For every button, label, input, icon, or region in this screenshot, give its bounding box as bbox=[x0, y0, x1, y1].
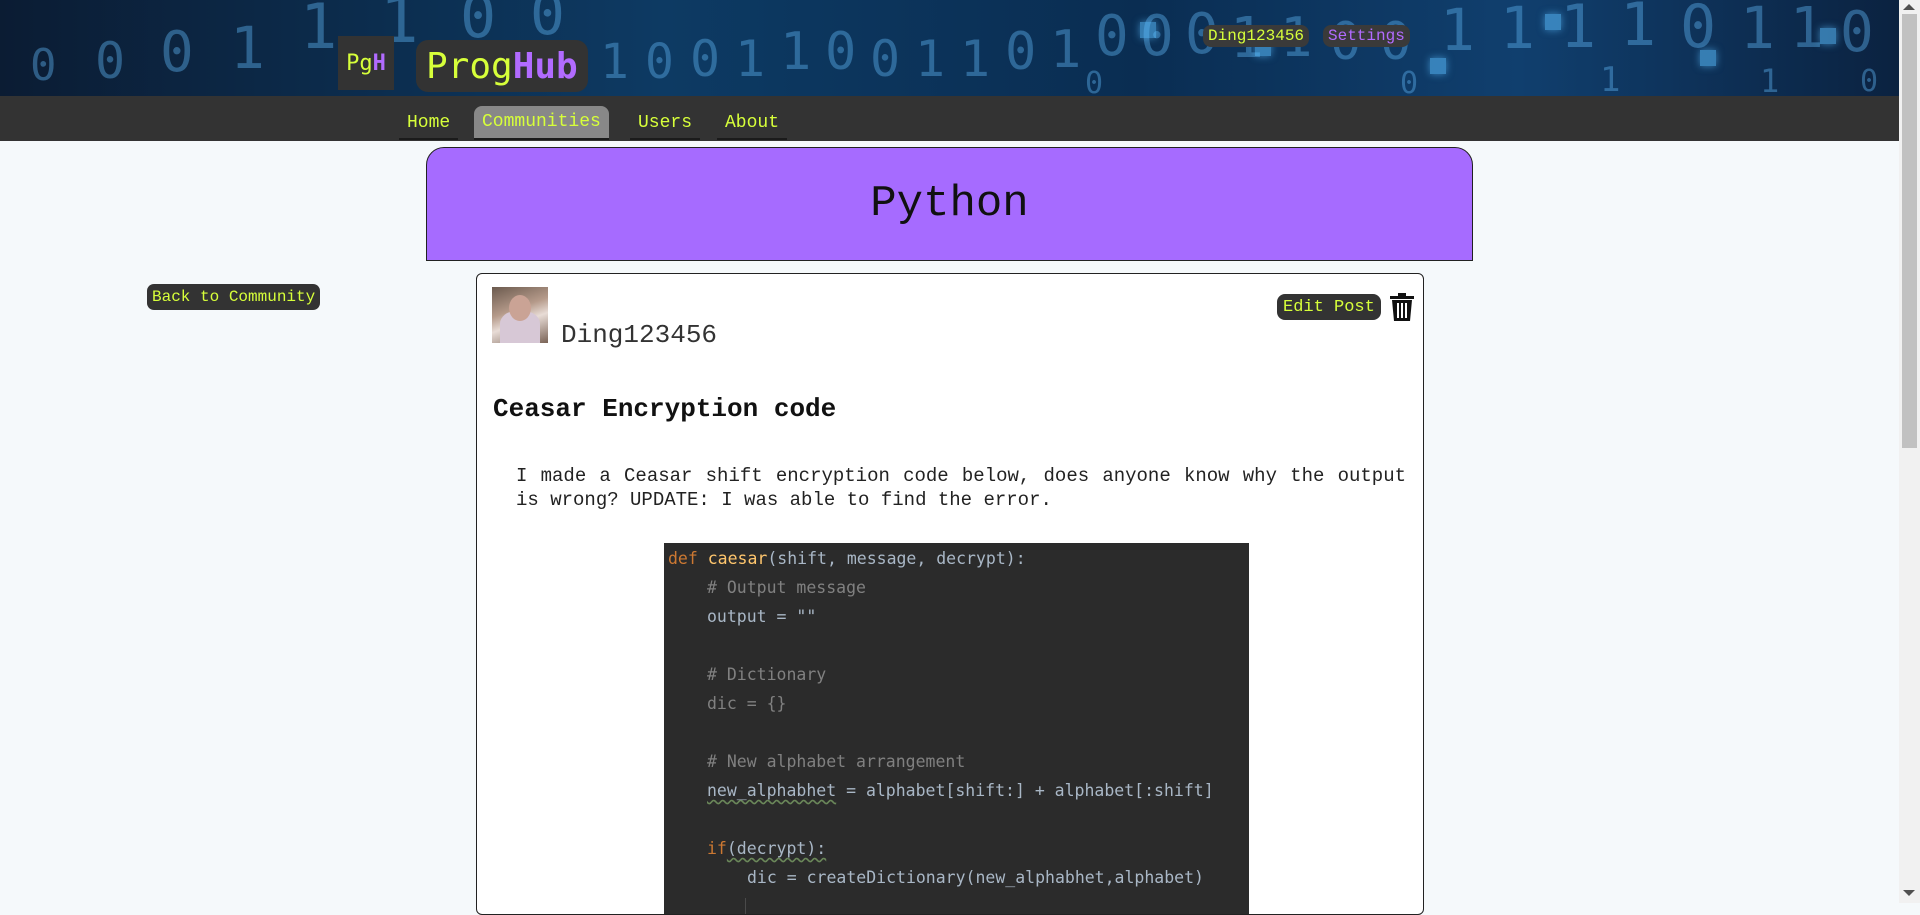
post-card: Ding123456 Edit Post Ceasar Encryption c… bbox=[476, 273, 1424, 915]
code-line-6: dic = {} bbox=[707, 694, 787, 713]
nav-users[interactable]: Users bbox=[630, 108, 701, 140]
logo-prefix: Prog bbox=[426, 45, 513, 87]
banner-glow bbox=[1820, 28, 1836, 44]
banner-digit: 0 bbox=[160, 20, 194, 85]
code-expression: = alphabet[shift:] + alphabet[:shift] bbox=[836, 781, 1214, 800]
banner-digit: 1 bbox=[1740, 0, 1775, 62]
code-line-1: def caesar(shift, message, decrypt): bbox=[668, 549, 1026, 568]
banner-digit: 1 bbox=[1440, 0, 1475, 64]
post-title: Ceasar Encryption code bbox=[493, 394, 837, 424]
banner-digit: 0 bbox=[30, 40, 57, 91]
scroll-thumb[interactable] bbox=[1902, 14, 1917, 448]
banner-digit: 0 bbox=[1085, 66, 1104, 96]
nav-home[interactable]: Home bbox=[399, 108, 459, 140]
code-function-name: caesar bbox=[707, 549, 768, 568]
banner-digit: 1 bbox=[230, 14, 265, 82]
banner-glow bbox=[1140, 22, 1156, 38]
code-line-2: # Output message bbox=[707, 578, 866, 597]
banner-digit: 0 bbox=[1840, 0, 1874, 65]
avatar-head bbox=[509, 295, 531, 321]
scroll-down-arrow-icon[interactable] bbox=[1903, 890, 1915, 896]
banner-digit: 1 bbox=[600, 34, 629, 90]
banner-digit: 1 bbox=[1760, 62, 1780, 96]
code-variable: new_alphabhet bbox=[707, 781, 837, 800]
banner-digit: 0 bbox=[1860, 64, 1879, 96]
site-logo-small[interactable]: Pg H bbox=[338, 36, 394, 90]
banner-glow bbox=[1430, 58, 1446, 74]
code-line-8: # New alphabet arrangement bbox=[707, 752, 966, 771]
settings-link[interactable]: Settings bbox=[1323, 25, 1410, 47]
banner-digit: 1 bbox=[300, 0, 338, 63]
banner-digit: 1 bbox=[780, 22, 812, 82]
banner-digit: 1 bbox=[1050, 20, 1082, 80]
avatar[interactable] bbox=[492, 287, 548, 343]
main-nav: Home Communities Users About bbox=[0, 96, 1899, 141]
banner-digit: 0 bbox=[870, 30, 901, 88]
banner-digit: 1 bbox=[1790, 0, 1824, 61]
code-line-5: # Dictionary bbox=[707, 665, 827, 684]
banner-glow bbox=[1545, 14, 1561, 30]
nav-about[interactable]: About bbox=[717, 108, 788, 140]
post-body: I made a Ceasar shift encryption code be… bbox=[516, 465, 1406, 511]
banner-digit: 1 bbox=[960, 30, 991, 88]
post-author[interactable]: Ding123456 bbox=[561, 320, 717, 350]
logo-small-suffix: H bbox=[372, 50, 386, 76]
community-title: Python bbox=[870, 179, 1029, 229]
back-to-community-button[interactable]: Back to Community bbox=[147, 284, 321, 310]
code-condition: (decrypt): bbox=[726, 839, 827, 858]
banner-digit: 0 bbox=[690, 30, 721, 88]
banner-digit: 1 bbox=[915, 30, 946, 88]
username-link[interactable]: Ding123456 bbox=[1203, 25, 1310, 47]
banner-digit: 0 bbox=[1400, 66, 1419, 96]
site-logo[interactable]: Prog Hub bbox=[416, 40, 588, 92]
banner-digit: 1 bbox=[1600, 60, 1621, 96]
banner-digit: 0 bbox=[645, 34, 674, 90]
code-line-9: new_alphabhet = alphabet[shift:] + alpha… bbox=[707, 781, 1214, 800]
binary-background: 0 0 0 1 1 1 0 0 1 0 0 1 1 0 0 1 1 0 1 0 … bbox=[0, 0, 1899, 96]
scroll-up-arrow-icon[interactable] bbox=[1903, 4, 1915, 10]
banner-digit: 0 bbox=[1005, 22, 1037, 82]
header-banner: 0 0 0 1 1 1 0 0 1 0 0 1 1 0 0 1 1 0 1 0 … bbox=[0, 0, 1899, 96]
banner-digit: 1 bbox=[1620, 0, 1657, 60]
code-line-11: if(decrypt): bbox=[707, 839, 826, 858]
community-header: Python bbox=[426, 147, 1473, 261]
code-screenshot: def caesar(shift, message, decrypt): # O… bbox=[664, 543, 1249, 914]
page-scrollbar[interactable] bbox=[1899, 0, 1920, 903]
banner-digit: 1 bbox=[1500, 0, 1535, 62]
banner-digit: 0 bbox=[1095, 4, 1129, 69]
banner-glow bbox=[1700, 50, 1716, 66]
indent-guide bbox=[745, 898, 746, 914]
code-line-3: output = "" bbox=[707, 607, 817, 626]
trash-icon[interactable] bbox=[1389, 292, 1415, 322]
nav-communities[interactable]: Communities bbox=[474, 106, 609, 140]
code-keyword: def bbox=[668, 549, 698, 568]
banner-digit: 0 bbox=[825, 22, 857, 82]
code-params: (shift, message, decrypt): bbox=[767, 549, 1026, 568]
code-keyword: if bbox=[707, 839, 727, 858]
edit-post-button[interactable]: Edit Post bbox=[1277, 294, 1381, 320]
code-line-12: dic = createDictionary(new_alphabhet,alp… bbox=[747, 868, 1204, 887]
banner-digit: 1 bbox=[735, 30, 766, 88]
banner-digit: 1 bbox=[1560, 0, 1597, 62]
logo-small-prefix: Pg bbox=[346, 50, 373, 76]
logo-suffix: Hub bbox=[512, 45, 578, 87]
banner-digit: 0 bbox=[95, 32, 126, 90]
